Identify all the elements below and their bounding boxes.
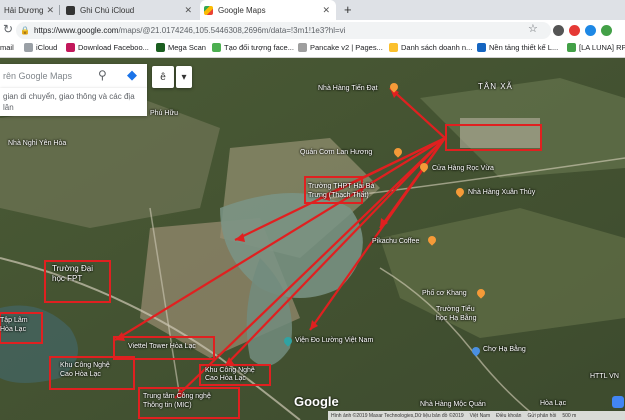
tab-title: Hải Dương [4, 5, 44, 15]
tab-ghi-chu-icloud[interactable]: Ghi Chú iCloud ✕ [62, 0, 198, 20]
area-label: TÂN XÃ [478, 82, 513, 91]
download-icon [66, 43, 75, 52]
extension-icon[interactable] [585, 25, 596, 36]
place-label[interactable]: Trường Tiểu học Hạ Bằng [436, 305, 476, 323]
scale-label: 500 m [562, 412, 577, 419]
bookmark-item[interactable]: Danh sách doanh n... [389, 43, 472, 52]
bookmark-label: Danh sách doanh n... [401, 43, 473, 52]
bookmark-item[interactable]: Tạo đối tượng face... [212, 43, 294, 52]
new-tab-button[interactable]: + [344, 2, 352, 17]
design-icon [477, 43, 486, 52]
bookmark-label: iCloud [36, 43, 58, 52]
lock-icon: 🔒 [20, 26, 30, 35]
place-label[interactable]: Cửa Hàng Rọc Vừa [432, 165, 494, 172]
place-label[interactable]: Khu Công Nghệ Cao Hòa Lạc [60, 361, 110, 379]
url-host: https://www.google.com [33, 26, 119, 35]
place-label[interactable]: Pikachu Coffee [372, 238, 419, 245]
apple-icon [66, 5, 75, 15]
bookmark-label: Nền tảng thiết kế L... [489, 43, 559, 52]
drive-icon [567, 43, 576, 52]
layer-button[interactable]: ê [152, 66, 174, 88]
google-logo: Google [294, 394, 339, 409]
scan-icon [156, 43, 165, 52]
toolbar: ↻ 🔒 https://www.google.com/maps/@21.0174… [0, 20, 625, 41]
bookmark-label: Download Faceboo... [78, 43, 149, 52]
chevron-down-icon[interactable]: ▾ [176, 66, 192, 88]
close-icon[interactable]: ✕ [184, 5, 192, 16]
facebook-icon [212, 43, 221, 52]
bookmark-item[interactable]: iCloud [24, 43, 57, 52]
bookmark-item[interactable]: Mega Scan [156, 43, 206, 52]
satellite-map[interactable]: rên Google Maps ⚲ ◆ gian di chuyển, giao… [0, 58, 625, 420]
place-label[interactable]: Khu Công Nghệ Cao Hòa Lạc [205, 367, 255, 383]
place-label[interactable]: Quán Cơm Lan Hương [300, 149, 372, 156]
tab-title: Google Maps [218, 5, 266, 15]
bookmark-label: [LA LUNA] RP - [579, 43, 625, 52]
place-label[interactable]: Nhà Hàng Tiến Đạt [318, 85, 378, 92]
place-label[interactable]: Chợ Hạ Bằng [483, 346, 526, 353]
feedback-link[interactable]: Gửi phản hồi [527, 413, 556, 419]
pancake-icon [298, 43, 307, 52]
directions-icon[interactable]: ◆ [124, 67, 140, 83]
close-icon[interactable]: ✕ [46, 5, 54, 16]
tab-strip: Hải Dương ✕ Ghi Chú iCloud ✕ Google Maps… [0, 0, 625, 20]
pegman-icon[interactable] [612, 396, 624, 408]
extension-icon[interactable] [553, 25, 564, 36]
region-link[interactable]: Việt Nam [470, 413, 490, 419]
bookmark-item[interactable]: mail [0, 43, 14, 52]
search-hint: gian di chuyển, giao thông và các địa lâ… [0, 88, 147, 116]
close-icon[interactable]: ✕ [322, 5, 330, 16]
place-label[interactable]: Phố cơ Khang [422, 290, 467, 297]
url-path: /maps/@21.0174246,105.5446308,2696m/data… [118, 26, 346, 35]
place-label[interactable]: Nhà Nghỉ Yên Hòa [8, 140, 66, 147]
maps-search-box[interactable]: rên Google Maps ⚲ ◆ [0, 64, 147, 88]
place-label[interactable]: Trường Đại học FPT [52, 264, 93, 284]
bookmarks-bar: mail iCloud Download Faceboo... Mega Sca… [0, 41, 625, 58]
map-footer: Hình ảnh ©2019 Maxar Technologies,Dữ liệ… [328, 411, 625, 420]
search-input[interactable]: rên Google Maps [3, 71, 72, 81]
address-bar[interactable]: 🔒 https://www.google.com/maps/@21.017424… [16, 22, 551, 39]
place-label[interactable]: Nhà Hàng Xuân Thủy [468, 189, 535, 196]
bookmark-item[interactable]: [LA LUNA] RP - [567, 43, 625, 52]
tab-hai-duong[interactable]: Hải Dương ✕ [0, 0, 60, 20]
apple-icon [24, 43, 33, 52]
reload-icon[interactable]: ↻ [3, 22, 13, 36]
terms-link[interactable]: Điều khoản [496, 413, 521, 419]
area-label: HTTL VN [590, 373, 619, 380]
attribution: Hình ảnh ©2019 Maxar Technologies,Dữ liệ… [331, 412, 464, 419]
place-label[interactable]: Nhà Hàng Mộc Quán [420, 401, 486, 408]
bookmark-label: Tạo đối tượng face... [224, 43, 294, 52]
area-label: Phú Hữu [150, 110, 179, 117]
extension-icon[interactable] [601, 25, 612, 36]
place-label[interactable]: Trung tâm Công nghệ Thông tin (MIC) [143, 392, 211, 410]
bookmark-item[interactable]: Download Faceboo... [66, 43, 149, 52]
place-label[interactable]: Viettel Tower Hòa Lạc [128, 343, 196, 350]
extension-icon[interactable] [569, 25, 580, 36]
google-maps-icon [204, 5, 213, 15]
bookmark-label: Pancake v2 | Pages... [310, 43, 383, 52]
bookmark-star-icon[interactable]: ☆ [528, 22, 538, 35]
place-label[interactable]: Trường THPT Hai Bà Trưng (Thạch Thất) [308, 182, 374, 200]
tab-title: Ghi Chú iCloud [80, 5, 135, 15]
list-icon [389, 43, 398, 52]
tab-google-maps[interactable]: Google Maps ✕ [200, 0, 336, 20]
browser-window: Hải Dương ✕ Ghi Chú iCloud ✕ Google Maps… [0, 0, 625, 420]
place-label[interactable]: Viện Đo Lường Việt Nam [295, 337, 373, 344]
bookmark-label: Mega Scan [168, 43, 206, 52]
place-label[interactable]: Tập Lâm Hòa Lạc [0, 316, 28, 334]
bookmark-item[interactable]: Nền tảng thiết kế L... [477, 43, 558, 52]
search-icon[interactable]: ⚲ [98, 68, 107, 82]
area-label: Hòa Lạc [540, 400, 567, 407]
bookmark-label: mail [0, 43, 14, 52]
bookmark-item[interactable]: Pancake v2 | Pages... [298, 43, 383, 52]
